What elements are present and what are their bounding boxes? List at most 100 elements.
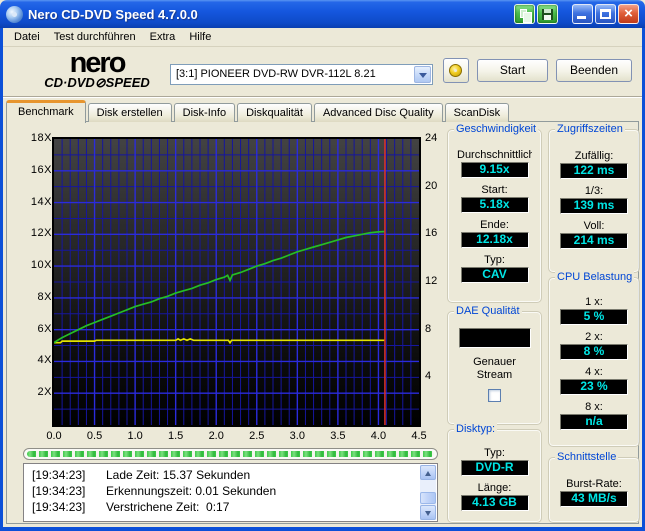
drive-select-value: [3:1] PIONEER DVD-RW DVR-112L 8.21 xyxy=(176,68,376,80)
log-entry: [19:34:23] Lade Zeit: 15.37 Sekunden xyxy=(32,468,251,482)
y-axis-left-tick: 2X xyxy=(37,386,52,399)
logo-text: nero xyxy=(69,47,127,79)
copy-icon xyxy=(520,9,532,23)
minimize-icon xyxy=(577,16,586,19)
tab-benchmark[interactable]: Benchmark xyxy=(6,100,86,123)
quit-button[interactable]: Beenden xyxy=(556,59,632,82)
tab-strip: Benchmark Disk erstellen Disk-Info Diskqual… xyxy=(6,99,511,123)
maximize-button[interactable] xyxy=(595,4,616,24)
speed-panel: Geschwindigkeit Durchschnittlich: 9.15x S… xyxy=(447,123,542,303)
x-axis-tick: 4.5 xyxy=(411,430,427,442)
y-axis-left-tick: 6X xyxy=(37,322,52,335)
accurate-stream-checkbox[interactable] xyxy=(488,389,501,402)
cpu-panel-title: CPU Belastung xyxy=(555,271,635,283)
burst-rate-label: Burst-Rate: xyxy=(566,478,622,490)
tab-disk-erstellen[interactable]: Disk erstellen xyxy=(87,103,172,122)
end-label: Ende: xyxy=(480,219,509,231)
menu-item-hilfe[interactable]: Hilfe xyxy=(182,29,218,45)
log-scrollbar[interactable] xyxy=(420,465,436,520)
rotation-speed-line xyxy=(54,337,385,345)
tab-advanced-disc-quality[interactable]: Advanced Disc Quality xyxy=(313,103,443,122)
eject-button[interactable] xyxy=(443,58,469,83)
random-value: 122 ms xyxy=(560,163,628,179)
disc-length-value: 4.13 GB xyxy=(460,495,529,511)
drive-select[interactable]: [3:1] PIONEER DVD-RW DVR-112L 8.21 xyxy=(170,64,433,85)
dae-score-display xyxy=(458,328,531,348)
disc-type-panel: Disktyp: Typ: DVD-R Länge: 4.13 GB xyxy=(447,423,542,523)
x-axis-tick: 2.5 xyxy=(249,430,265,442)
close-button[interactable]: × xyxy=(618,4,639,24)
menu-item-extra[interactable]: Extra xyxy=(143,29,183,45)
benchmark-tab-page: 2X 4X 6X 8X 10X 12X 14X 16X 18X 4 8 12 16 20 24 0.0 0.5 1… xyxy=(6,121,640,524)
disc-type-label: Typ: xyxy=(484,447,505,459)
menu-item-test-durchf-hren[interactable]: Test durchführen xyxy=(47,29,143,45)
speed-chart xyxy=(52,137,421,427)
start-label: Start: xyxy=(481,184,508,196)
tab-diskqualit-t[interactable]: Diskqualität xyxy=(237,103,312,122)
interface-panel: Schnittstelle Burst-Rate: 43 MB/s xyxy=(548,451,640,523)
chevron-down-icon[interactable] xyxy=(414,66,431,83)
y-axis-right-tick: 16 xyxy=(425,227,438,240)
y-axis-left-tick: 14X xyxy=(30,195,52,208)
tab-scandisk[interactable]: ScanDisk xyxy=(444,103,510,122)
maximize-icon xyxy=(600,9,611,19)
disc-type-value: DVD-R xyxy=(460,460,529,476)
progress-bar xyxy=(23,448,438,460)
scroll-down-icon[interactable] xyxy=(420,505,436,520)
type-label: Typ: xyxy=(484,254,505,266)
average-label: Durchschnittlich: xyxy=(457,149,532,161)
y-axis-left-tick: 12X xyxy=(30,227,52,240)
menu-item-datei[interactable]: Datei xyxy=(7,29,47,45)
copy-chart-button[interactable] xyxy=(514,4,535,24)
read-speed-line xyxy=(53,230,385,344)
y-axis-left-tick: 18X xyxy=(30,132,52,144)
window-title: Nero CD-DVD Speed 4.7.0.0 xyxy=(28,6,198,22)
header: nero CD·DVD⊘SPEED [3:1] PIONEER DVD-RW D… xyxy=(3,47,642,97)
end-value: 12.18x xyxy=(460,232,529,248)
cpu-4x-value: 23 % xyxy=(560,379,628,395)
x-axis-tick: 3.5 xyxy=(330,430,346,442)
start-value: 5.18x xyxy=(460,197,529,213)
x-axis-tick: 2.0 xyxy=(208,430,224,442)
minimize-button[interactable] xyxy=(572,4,593,24)
third-value: 139 ms xyxy=(560,198,628,214)
scroll-thumb[interactable] xyxy=(420,492,436,504)
cpu-usage-panel: CPU Belastung 1 x: 5 % 2 x: 8 % 4 x: 23 % 8… xyxy=(548,271,640,447)
scroll-up-icon[interactable] xyxy=(420,465,436,480)
full-value: 214 ms xyxy=(560,233,628,249)
x-axis-tick: 4.0 xyxy=(370,430,387,442)
burst-rate-value: 43 MB/s xyxy=(560,491,628,507)
cpu-1x-value: 5 % xyxy=(560,309,628,325)
x-axis-tick: 1.0 xyxy=(127,430,143,442)
cpu-4x-label: 4 x: xyxy=(585,366,603,378)
type-value: CAV xyxy=(460,267,529,283)
x-axis-tick: 0.0 xyxy=(46,430,62,442)
cpu-1x-label: 1 x: xyxy=(585,296,603,308)
floppy-icon xyxy=(542,9,553,20)
dae-panel-title: DAE Qualität xyxy=(454,305,522,317)
progress-fill xyxy=(27,451,434,457)
window-border-left xyxy=(0,28,3,527)
y-axis-left-tick: 4X xyxy=(37,354,52,367)
chart-canvas xyxy=(53,139,419,425)
eject-disc-icon xyxy=(449,64,462,77)
y-axis-right-tick: 12 xyxy=(425,275,438,287)
log-entry: [19:34:23] Verstrichene Zeit: 0:17 xyxy=(32,500,230,514)
log-list[interactable]: [19:34:23] Lade Zeit: 15.37 Sekunden [19:3… xyxy=(23,463,438,522)
start-button[interactable]: Start xyxy=(477,59,548,82)
x-axis-tick: 3.0 xyxy=(289,430,305,442)
third-label: 1/3: xyxy=(584,185,604,197)
cpu-8x-label: 8 x: xyxy=(585,401,603,413)
accurate-stream-label: Genauer Stream xyxy=(473,356,516,381)
title-bar: Nero CD-DVD Speed 4.7.0.0 × xyxy=(0,0,645,28)
access-panel-title: Zugriffszeiten xyxy=(555,123,625,135)
interface-panel-title: Schnittstelle xyxy=(555,451,619,463)
y-axis-right-tick: 4 xyxy=(425,370,432,383)
app-icon xyxy=(6,5,23,23)
y-axis-left-tick: 16X xyxy=(30,163,52,176)
full-label: Voll: xyxy=(583,220,605,232)
x-axis-tick: 0.5 xyxy=(86,430,103,442)
y-axis-right-tick: 20 xyxy=(425,179,438,192)
save-chart-button[interactable] xyxy=(537,4,558,24)
tab-disk-info[interactable]: Disk-Info xyxy=(173,103,236,122)
